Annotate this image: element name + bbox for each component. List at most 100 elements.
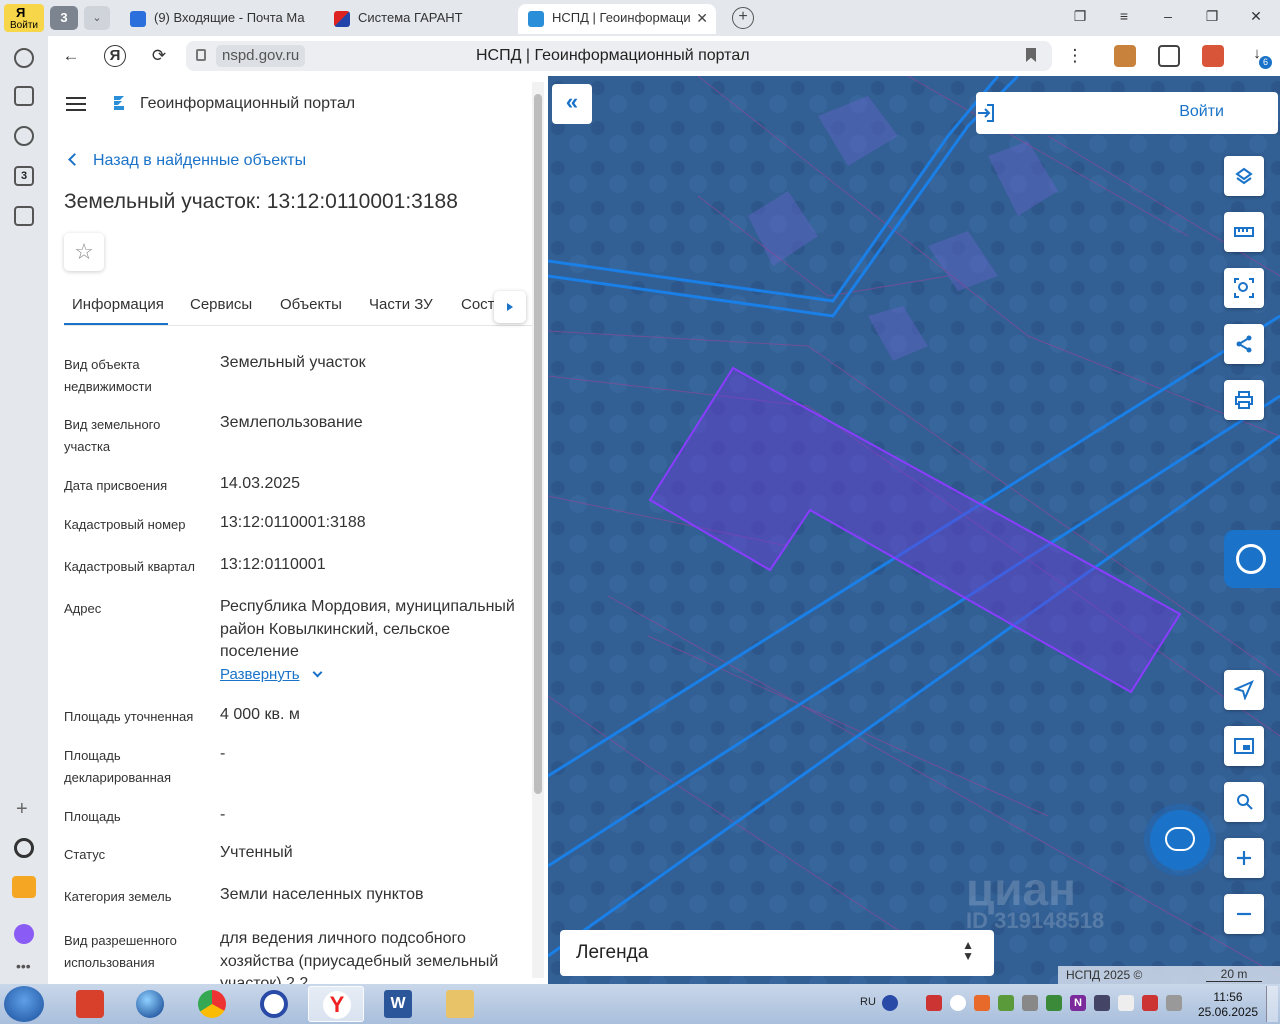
url-domain[interactable]: nspd.gov.ru [216, 45, 306, 67]
new-tab-button[interactable]: + [732, 7, 754, 29]
layers-button[interactable] [1224, 156, 1264, 196]
yandex-icon[interactable]: Я [104, 45, 126, 67]
mail-app-icon[interactable] [12, 876, 36, 898]
taskbar-explorer[interactable] [432, 986, 488, 1022]
tray-shield-icon[interactable] [998, 995, 1014, 1011]
map-view[interactable]: циан ID 319148518 « Войти Легенда ▲ ▼ НС… [548, 76, 1280, 984]
close-tab-icon[interactable]: ✕ [696, 4, 708, 32]
more-icon[interactable]: ••• [16, 958, 31, 974]
tab-services[interactable]: Сервисы [190, 296, 252, 313]
share-button[interactable] [1224, 324, 1264, 364]
legend-dropdown[interactable]: Легенда ▲ ▼ [560, 930, 994, 976]
tray-green-icon[interactable] [1046, 995, 1062, 1011]
restore-icon[interactable]: ❐ [1202, 8, 1222, 25]
collapse-panel-button[interactable]: « [552, 84, 592, 124]
alice-icon[interactable] [14, 838, 34, 858]
zoom-in-button[interactable] [1224, 838, 1264, 878]
tab-mail[interactable]: (9) Входящие - Почта Ма [120, 4, 316, 34]
network-icon[interactable] [1094, 995, 1110, 1011]
chat-button[interactable] [1150, 810, 1210, 870]
collections-icon[interactable]: ❐ [1070, 8, 1090, 25]
side-widget-tab[interactable] [1224, 530, 1280, 588]
more-options-icon[interactable]: ⋮ [1064, 45, 1086, 67]
tab-list-chevron-icon[interactable]: ⌄ [84, 6, 110, 30]
tab-nspd[interactable]: НСПД | Геоинформаци ✕ [518, 4, 716, 34]
chevron-down-icon [312, 667, 322, 678]
share-icon [1236, 335, 1252, 353]
taskbar-chrome[interactable] [184, 986, 240, 1022]
favorite-button[interactable]: ☆ [64, 233, 104, 271]
minimap-button[interactable] [1224, 726, 1264, 766]
yandex-login-button[interactable]: Я Войти [4, 4, 44, 32]
printer-icon [1235, 391, 1253, 409]
back-arrow-icon[interactable]: ← [60, 45, 82, 67]
bookmark-icon[interactable] [1026, 48, 1036, 62]
volume-icon[interactable] [1022, 995, 1038, 1011]
url-bar[interactable]: nspd.gov.ru НСПД | Геоинформационный пор… [186, 41, 1052, 71]
tray-grid-icon[interactable] [1166, 995, 1182, 1011]
help-icon[interactable] [882, 995, 898, 1011]
yandex-tray-icon[interactable] [950, 995, 966, 1011]
search-place-button[interactable] [1224, 782, 1264, 822]
zoom-out-button[interactable] [1224, 894, 1264, 934]
show-desktop-button[interactable] [1266, 986, 1278, 1022]
tray-x-icon[interactable] [1142, 995, 1158, 1011]
close-window-icon[interactable]: ✕ [1246, 8, 1266, 25]
garant-icon [334, 11, 350, 27]
hamburger-menu-icon[interactable] [66, 97, 86, 111]
scrollbar-thumb[interactable] [534, 94, 542, 794]
measure-button[interactable] [1224, 212, 1264, 252]
protect-icon[interactable] [1202, 45, 1224, 67]
field-label: Адрес [64, 601, 102, 616]
field-value: Землепользование [220, 414, 363, 431]
start-button[interactable] [4, 986, 44, 1022]
expand-address-link[interactable]: Развернуть [220, 666, 322, 683]
field-label: Кадастровый квартал [64, 559, 195, 574]
history-icon[interactable] [14, 48, 34, 68]
field-label: Площадь уточненная [64, 709, 194, 724]
yandex-logo-icon: Я [16, 5, 26, 20]
select-area-button[interactable] [1224, 268, 1264, 308]
system-clock[interactable]: 11:56 25.06.2025 [1198, 990, 1258, 1020]
language-indicator[interactable]: RU [860, 996, 876, 1008]
play-icon[interactable] [14, 126, 34, 146]
field-value: Земельный участок [220, 354, 366, 371]
tab-count-button[interactable]: 3 [50, 6, 78, 30]
assistant-icon[interactable] [14, 924, 34, 944]
locate-button[interactable] [1224, 670, 1264, 710]
tab-garant[interactable]: Система ГАРАНТ [324, 4, 512, 34]
field-value: - [220, 745, 226, 762]
tabs-scroll-right-button[interactable] [494, 291, 526, 323]
panel-scrollbar[interactable] [532, 82, 544, 978]
tray-app-icon[interactable] [974, 995, 990, 1011]
tab-parts[interactable]: Части ЗУ [369, 296, 433, 313]
taskbar-app-4[interactable] [246, 986, 302, 1022]
print-button[interactable] [1224, 380, 1264, 420]
reload-icon[interactable]: ⟳ [148, 45, 170, 67]
taskbar-yandex-browser[interactable]: Y [308, 986, 364, 1022]
taskbar-app-2[interactable] [122, 986, 178, 1022]
flag-icon[interactable] [1118, 995, 1134, 1011]
collections-sidebar-icon[interactable] [14, 86, 34, 106]
add-icon[interactable]: + [16, 798, 28, 821]
screenshot-icon[interactable] [14, 206, 34, 226]
extension-icon[interactable] [1114, 45, 1136, 67]
portal-logo-icon [114, 96, 124, 110]
tab-information[interactable]: Информация [72, 296, 164, 313]
field-value: Земли населенных пунктов [220, 886, 424, 903]
tab-objects[interactable]: Объекты [280, 296, 342, 313]
map-attribution: НСПД 2025 © 20 m [1058, 966, 1280, 984]
translate-icon[interactable] [1158, 45, 1180, 67]
onenote-icon[interactable]: N [1070, 995, 1086, 1011]
field-label: Дата присвоения [64, 478, 168, 493]
menu-icon[interactable]: ≡ [1114, 8, 1134, 24]
map-login-button[interactable]: Войти [976, 92, 1278, 134]
taskbar-word[interactable]: W [370, 986, 426, 1022]
sidebar-tab-count-icon[interactable]: 3 [14, 166, 34, 186]
address-bar-row: ← Я ⟳ nspd.gov.ru НСПД | Геоинформационн… [48, 36, 1280, 76]
signal-icon[interactable] [926, 995, 942, 1011]
downloads-icon[interactable]: ↓ 6 [1246, 45, 1272, 69]
back-to-results-link[interactable]: Назад в найденные объекты [68, 152, 306, 170]
minimize-icon[interactable]: – [1158, 8, 1178, 24]
taskbar-app-1[interactable] [62, 986, 118, 1022]
